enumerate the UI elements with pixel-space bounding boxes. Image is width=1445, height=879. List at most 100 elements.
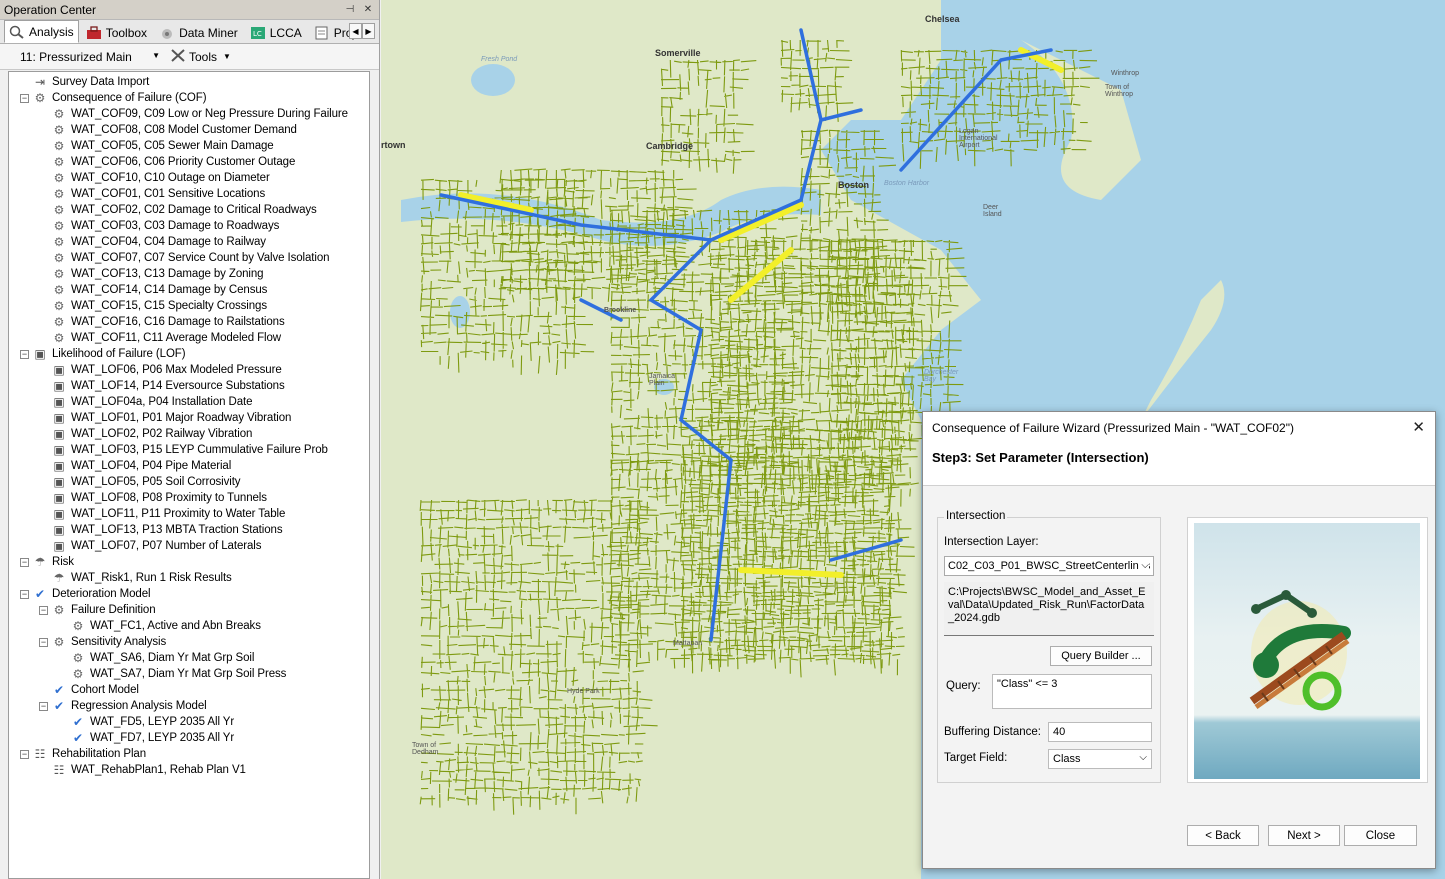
layer-value: C02_C03_P01_BWSC_StreetCenterlines <box>948 560 1151 572</box>
tree-node[interactable]: ⚙ WAT_COF11, C11 Average Modeled Flow <box>9 330 369 346</box>
tree-node-label: WAT_COF05, C05 Sewer Main Damage <box>71 140 274 152</box>
scroll-left-icon[interactable]: ◀ <box>349 23 362 39</box>
tree-node[interactable]: ⚙ WAT_SA7, Diam Yr Mat Grp Soil Press <box>9 666 369 682</box>
buffering-distance-input[interactable]: 40 <box>1048 722 1152 742</box>
target-value: Class <box>1053 753 1081 765</box>
tab-toolbox[interactable]: Toolbox <box>81 22 152 43</box>
tree-node[interactable]: ⚙ WAT_COF15, C15 Specialty Crossings <box>9 298 369 314</box>
tree-node[interactable]: ⚙ WAT_SA6, Diam Yr Mat Grp Soil <box>9 650 369 666</box>
analysis-tree[interactable]: ⇥ Survey Data Import − ⚙ Consequence of Fail… <box>8 71 370 879</box>
tree-node[interactable]: ▣ WAT_LOF05, P05 Soil Corrosivity <box>9 474 369 490</box>
tree-node[interactable]: − ✔ Deterioration Model <box>9 586 369 602</box>
risk-icon: ☂ <box>53 571 65 585</box>
tree-node[interactable]: ☷ WAT_RehabPlan1, Rehab Plan V1 <box>9 762 369 778</box>
collapse-toggle-icon[interactable]: − <box>39 605 48 615</box>
model-icon: ⚙ <box>53 635 65 649</box>
tree-node[interactable]: − ✔ Regression Analysis Model <box>9 698 369 714</box>
tree-node-label: WAT_FD7, LEYP 2035 All Yr <box>90 732 235 744</box>
tree-node-label: Consequence of Failure (COF) <box>52 92 207 104</box>
tab-analysis[interactable]: Analysis <box>4 20 79 43</box>
tree-node[interactable]: ⚙ WAT_COF16, C16 Damage to Railstations <box>9 314 369 330</box>
tree-node[interactable]: ⚙ WAT_COF09, C09 Low or Neg Pressure Duri… <box>9 106 369 122</box>
tree-node[interactable]: ▣ WAT_LOF02, P02 Railway Vibration <box>9 426 369 442</box>
tree-node[interactable]: − ☂ Risk <box>9 554 369 570</box>
close-icon[interactable]: ✕ <box>361 4 375 15</box>
tree-node[interactable]: ⚙ WAT_COF05, C05 Sewer Main Damage <box>9 138 369 154</box>
tab-scroll-buttons: ◀ ▶ <box>349 23 375 39</box>
scroll-right-icon[interactable]: ▶ <box>362 23 375 39</box>
tree-node[interactable]: ⚙ WAT_COF10, C10 Outage on Diameter <box>9 170 369 186</box>
collapse-toggle-icon[interactable]: − <box>20 589 29 599</box>
tree-node[interactable]: ▣ WAT_LOF04a, P04 Installation Date <box>9 394 369 410</box>
tree-node[interactable]: ▣ WAT_LOF14, P14 Eversource Substations <box>9 378 369 394</box>
tree-node[interactable]: − ☷ Rehabilitation Plan <box>9 746 369 762</box>
tools-button[interactable]: Tools ▼ <box>170 48 231 65</box>
check-gear-icon: ✔ <box>72 715 84 729</box>
collapse-toggle-icon[interactable]: − <box>20 557 29 567</box>
close-button[interactable]: Close <box>1344 825 1417 846</box>
tab-data-miner[interactable]: Data Miner <box>154 22 243 43</box>
map-label: Boston <box>838 180 869 190</box>
tree-node[interactable]: ⇥ Survey Data Import <box>9 74 369 90</box>
tree-node-label: Regression Analysis Model <box>71 700 207 712</box>
tree-node[interactable]: ⚙ WAT_COF02, C02 Damage to Critical Roadw… <box>9 202 369 218</box>
tree-node[interactable]: ⚙ WAT_COF14, C14 Damage by Census <box>9 282 369 298</box>
tree-node[interactable]: ⚙ WAT_COF07, C07 Service Count by Valve I… <box>9 250 369 266</box>
tree-node[interactable]: ✔ WAT_FD7, LEYP 2035 All Yr <box>9 730 369 746</box>
tree-node[interactable]: − ⚙ Failure Definition <box>9 602 369 618</box>
dialog-title: Consequence of Failure Wizard (Pressuriz… <box>932 421 1294 435</box>
tree-node[interactable]: ⚙ WAT_COF03, C03 Damage to Roadways <box>9 218 369 234</box>
tree-node-label: WAT_Risk1, Run 1 Risk Results <box>71 572 232 584</box>
lcca-icon: LC <box>250 26 266 40</box>
tab-strip: Analysis Toolbox Data Miner LC LCCA Proj… <box>0 20 379 44</box>
gears-icon: ⚙ <box>53 267 65 281</box>
tree-node[interactable]: − ⚙ Consequence of Failure (COF) <box>9 90 369 106</box>
tree-node-label: WAT_LOF04a, P04 Installation Date <box>71 396 253 408</box>
tree-node[interactable]: ✔ WAT_FD5, LEYP 2035 All Yr <box>9 714 369 730</box>
intersection-layer-select[interactable]: C02_C03_P01_BWSC_StreetCenterlines ⌵ <box>944 556 1154 576</box>
tree-node[interactable]: ⚙ WAT_COF04, C04 Damage to Railway <box>9 234 369 250</box>
tree-node[interactable]: ▣ WAT_LOF07, P07 Number of Laterals <box>9 538 369 554</box>
cube-icon: ▣ <box>53 395 65 409</box>
tree-node[interactable]: ▣ WAT_LOF11, P11 Proximity to Water Table <box>9 506 369 522</box>
gears-icon: ⚙ <box>53 123 65 137</box>
collapse-toggle-icon[interactable]: − <box>20 749 29 759</box>
collapse-toggle-icon[interactable]: − <box>39 701 48 711</box>
tree-node[interactable]: − ▣ Likelihood of Failure (LOF) <box>9 346 369 362</box>
tree-node[interactable]: ⚙ WAT_COF06, C06 Priority Customer Outage <box>9 154 369 170</box>
tree-node[interactable]: ▣ WAT_LOF01, P01 Major Roadway Vibration <box>9 410 369 426</box>
tree-node[interactable]: ▣ WAT_LOF08, P08 Proximity to Tunnels <box>9 490 369 506</box>
tree-node[interactable]: ✔ Cohort Model <box>9 682 369 698</box>
tree-node[interactable]: ▣ WAT_LOF03, P15 LEYP Cummulative Failure… <box>9 442 369 458</box>
close-icon[interactable]: ✕ <box>1412 418 1425 436</box>
query-input[interactable]: "Class" <= 3 <box>992 674 1152 709</box>
next-button[interactable]: Next > <box>1268 825 1340 846</box>
tree-node-label: WAT_FC1, Active and Abn Breaks <box>90 620 261 632</box>
check-gear-icon: ✔ <box>34 587 46 601</box>
import-icon: ⇥ <box>34 75 46 89</box>
collapse-toggle-icon[interactable]: − <box>20 349 29 359</box>
tree-node[interactable]: ⚙ WAT_COF08, C08 Model Customer Demand <box>9 122 369 138</box>
query-builder-button[interactable]: Query Builder ... <box>1050 646 1152 666</box>
tree-node[interactable]: ▣ WAT_LOF13, P13 MBTA Traction Stations <box>9 522 369 538</box>
scenario-dropdown[interactable]: 11: Pressurized Main ▼ <box>6 47 164 67</box>
tree-node[interactable]: − ⚙ Sensitivity Analysis <box>9 634 369 650</box>
tree-node[interactable]: ▣ WAT_LOF06, P06 Max Modeled Pressure <box>9 362 369 378</box>
data-miner-icon <box>159 26 175 40</box>
tree-node[interactable]: ⚙ WAT_FC1, Active and Abn Breaks <box>9 618 369 634</box>
tree-node[interactable]: ⚙ WAT_COF01, C01 Sensitive Locations <box>9 186 369 202</box>
tree-node[interactable]: ⚙ WAT_COF13, C13 Damage by Zoning <box>9 266 369 282</box>
tree-node[interactable]: ▣ WAT_LOF04, P04 Pipe Material <box>9 458 369 474</box>
group-title: Intersection <box>944 510 1008 522</box>
collapse-toggle-icon[interactable]: − <box>20 93 29 103</box>
tree-node-label: WAT_SA7, Diam Yr Mat Grp Soil Press <box>90 668 287 680</box>
map-label: Deer Island <box>983 204 1002 218</box>
collapse-toggle-icon[interactable]: − <box>39 637 48 647</box>
target-field-select[interactable]: Class ⌵ <box>1048 749 1152 769</box>
tab-lcca[interactable]: LC LCCA <box>245 22 307 43</box>
back-button[interactable]: < Back <box>1187 825 1259 846</box>
tree-node-label: WAT_LOF13, P13 MBTA Traction Stations <box>71 524 283 536</box>
panel-title-bar: Operation Center ⊣ ✕ <box>0 0 379 20</box>
tree-node[interactable]: ☂ WAT_Risk1, Run 1 Risk Results <box>9 570 369 586</box>
pin-icon[interactable]: ⊣ <box>343 4 357 15</box>
